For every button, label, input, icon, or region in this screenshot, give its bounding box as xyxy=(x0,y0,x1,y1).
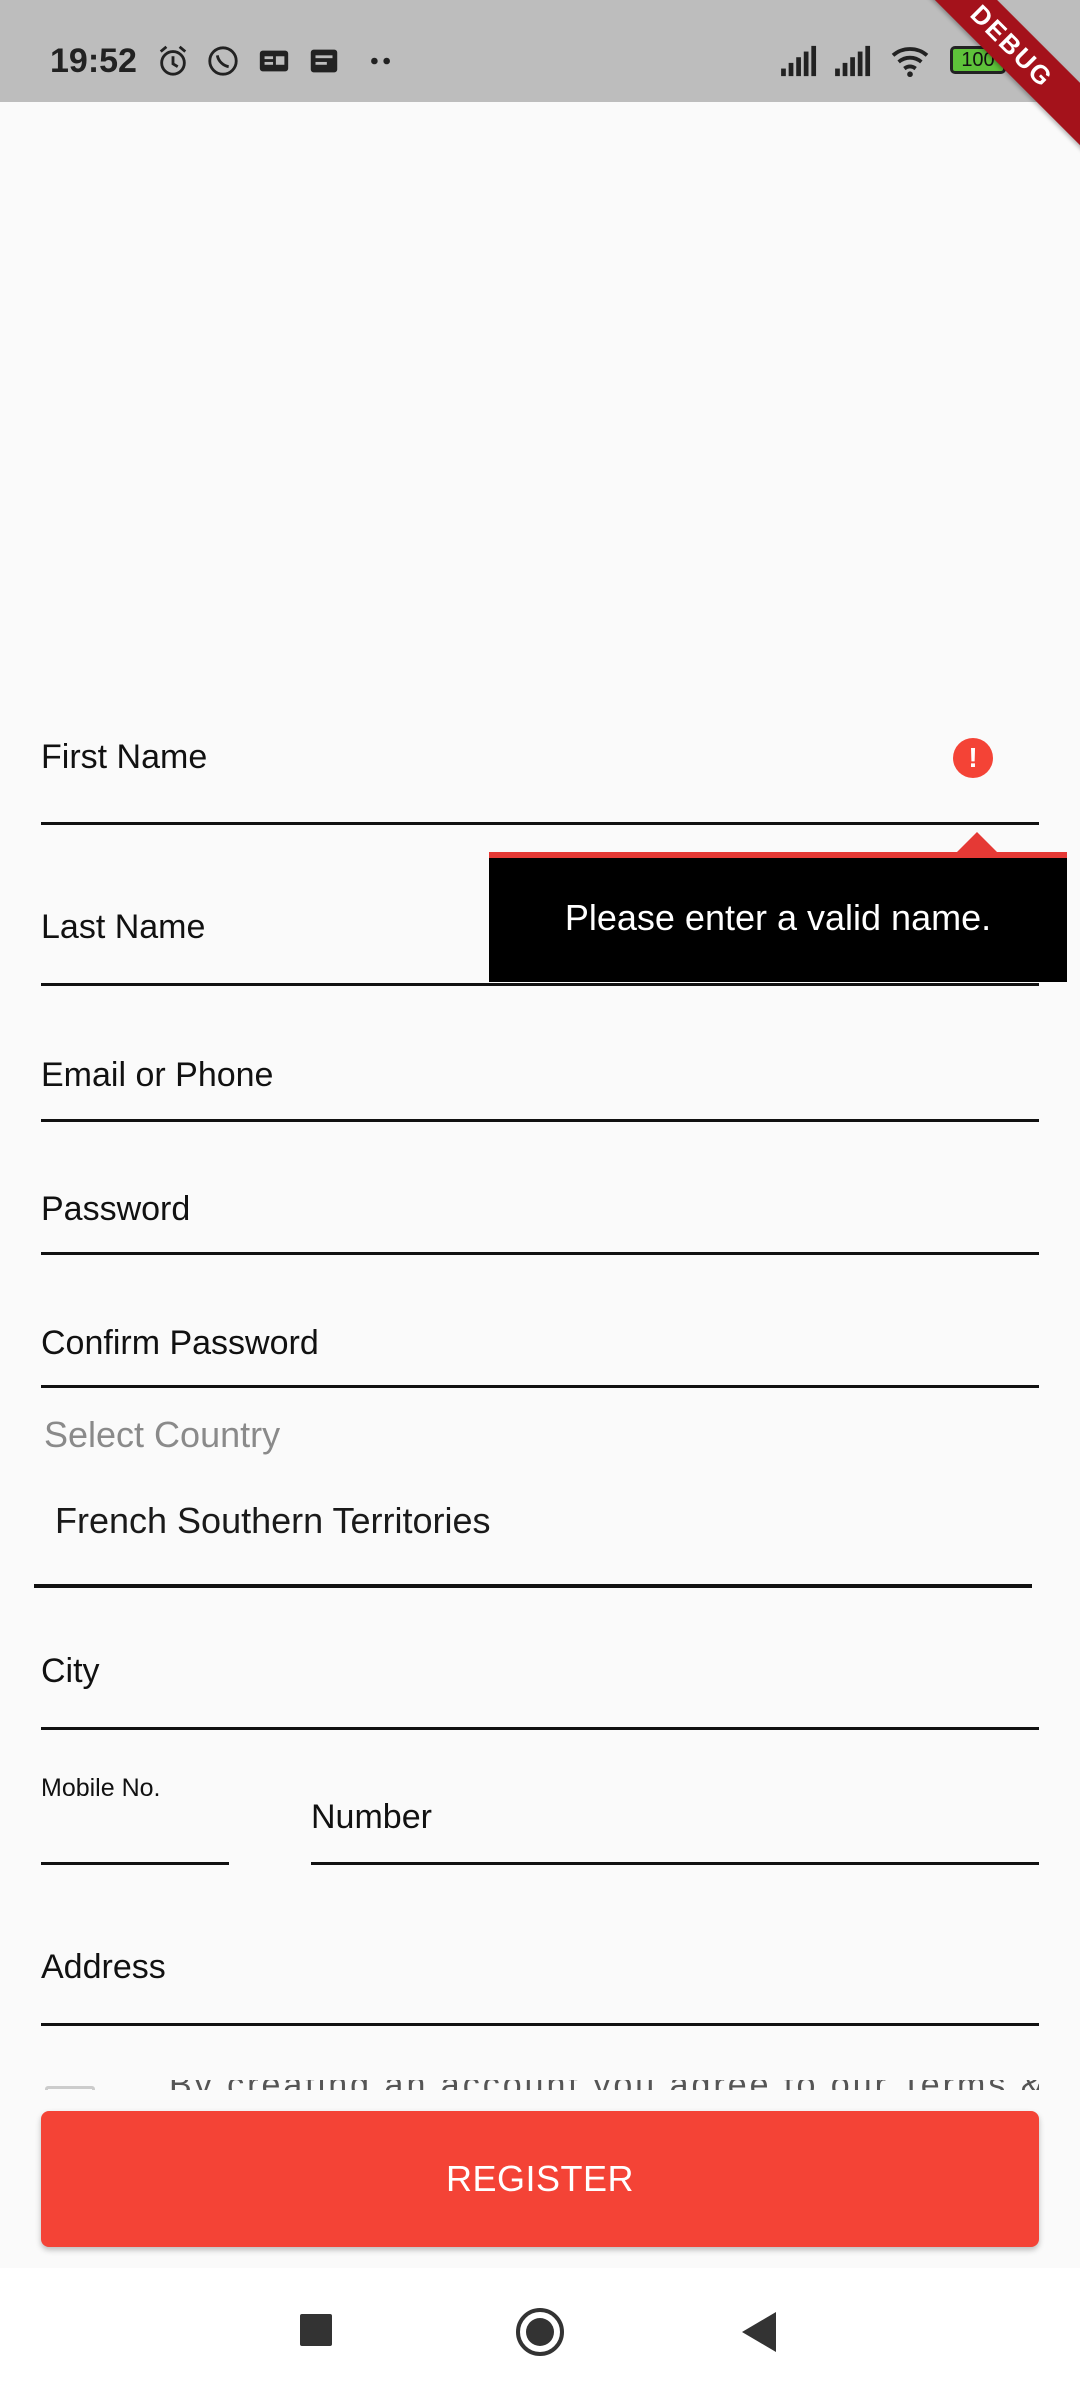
email-label: Email or Phone xyxy=(41,1056,274,1094)
mobile-code-field[interactable]: Mobile No. xyxy=(41,1770,229,1866)
password-underline xyxy=(41,1252,1039,1255)
country-select[interactable]: Select Country French Southern Territori… xyxy=(34,1408,1034,1592)
confirm-password-underline xyxy=(41,1385,1039,1388)
number-field[interactable]: Number xyxy=(311,1790,1039,1866)
signal-icon xyxy=(781,45,817,77)
last-name-underline xyxy=(41,983,1039,986)
terms-checkbox[interactable] xyxy=(45,2086,95,2090)
terms-row[interactable]: By creating an account you agree to our … xyxy=(41,2080,1039,2090)
mobile-code-label: Mobile No. xyxy=(41,1774,161,1802)
number-underline xyxy=(311,1862,1039,1865)
alarm-icon xyxy=(159,45,187,76)
address-field[interactable]: Address xyxy=(41,1940,1039,2030)
country-value: French Southern Territories xyxy=(55,1500,491,1541)
first-name-underline xyxy=(41,822,1039,825)
message-icon xyxy=(310,49,338,73)
first-name-label: First Name xyxy=(41,738,208,776)
register-button[interactable]: REGISTER xyxy=(41,2111,1039,2247)
home-icon[interactable] xyxy=(516,2308,564,2356)
error-tooltip: Please enter a valid name. xyxy=(489,852,1067,982)
whatsapp-icon xyxy=(208,46,238,76)
recents-icon[interactable] xyxy=(300,2314,332,2346)
error-icon[interactable]: ! xyxy=(953,738,993,778)
address-label: Address xyxy=(41,1948,166,1986)
password-label: Password xyxy=(41,1190,191,1228)
mobile-code-underline xyxy=(41,1862,229,1865)
wifi-icon xyxy=(891,47,929,78)
country-hint: Select Country xyxy=(44,1414,281,1455)
password-field[interactable]: Password xyxy=(41,1182,1039,1272)
number-label: Number xyxy=(311,1798,432,1836)
id-card-icon xyxy=(259,50,289,72)
nav-bar xyxy=(0,2268,1080,2400)
signal-icon xyxy=(835,45,871,77)
last-name-label: Last Name xyxy=(41,908,206,946)
email-underline xyxy=(41,1119,1039,1122)
more-dots-icon xyxy=(371,57,390,65)
country-underline xyxy=(34,1584,1032,1588)
tooltip-arrow xyxy=(955,832,999,854)
city-label: City xyxy=(41,1652,100,1690)
first-name-field[interactable]: First Name ! xyxy=(41,730,1039,826)
city-underline xyxy=(41,1727,1039,1730)
address-underline xyxy=(41,2023,1039,2026)
city-field[interactable]: City xyxy=(41,1644,1039,1734)
status-bar: 19:52 100 DEBUG xyxy=(0,0,1080,154)
status-time: 19:52 xyxy=(50,42,137,80)
confirm-password-field[interactable]: Confirm Password xyxy=(41,1316,1039,1406)
terms-text: By creating an account you agree to our … xyxy=(169,2080,1039,2090)
back-icon[interactable] xyxy=(742,2312,776,2352)
email-field[interactable]: Email or Phone xyxy=(41,1048,1039,1138)
confirm-password-label: Confirm Password xyxy=(41,1324,319,1362)
